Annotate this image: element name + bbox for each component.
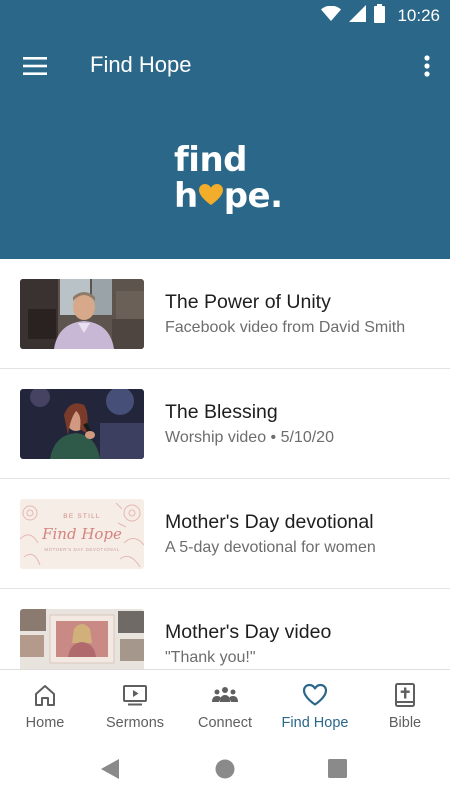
people-group-icon xyxy=(212,687,238,702)
thumb-text-devotional: MOTHER'S DAY DEVOTIONAL xyxy=(44,547,119,552)
nav-label-bible: Bible xyxy=(388,715,422,731)
hamburger-menu-icon[interactable] xyxy=(16,48,54,84)
item-title: Mother's Day video xyxy=(165,621,332,643)
item-title: The Blessing xyxy=(165,401,278,423)
nav-label-connect: Connect xyxy=(197,715,252,731)
item-subtitle: A 5-day devotional for women xyxy=(165,539,376,556)
content-list: The Power of Unity Facebook video from D… xyxy=(0,259,450,669)
logo-line-2: h pe. xyxy=(174,178,283,214)
heart-icon xyxy=(198,177,223,213)
nav-item-find-hope[interactable]: Find Hope xyxy=(270,670,360,738)
nav-item-connect[interactable]: Connect xyxy=(180,670,270,738)
list-item[interactable]: The Power of Unity Facebook video from D… xyxy=(0,259,450,369)
find-hope-logo: find h pe. xyxy=(174,142,283,214)
item-subtitle: Worship video • 5/10/20 xyxy=(165,429,334,446)
status-time: 10:26 xyxy=(397,6,440,25)
logo-letter-h: h xyxy=(174,176,198,216)
nav-label-sermons: Sermons xyxy=(105,715,165,731)
nav-item-sermons[interactable]: Sermons xyxy=(90,670,180,738)
video-monitor-icon xyxy=(123,685,147,706)
logo-letters-pe: pe. xyxy=(223,176,283,216)
item-subtitle: Facebook video from David Smith xyxy=(165,319,406,336)
home-circle-icon[interactable] xyxy=(215,759,235,779)
worship-singer-thumbnail xyxy=(20,389,144,459)
back-icon[interactable] xyxy=(101,759,119,779)
cell-signal-icon xyxy=(349,5,367,27)
thumb-text-find-hope: Find Hope xyxy=(41,525,122,543)
app-bar: Find Hope xyxy=(0,32,450,100)
list-item[interactable]: Mother's Day video "Thank you!" xyxy=(0,589,450,669)
speaker-video-thumbnail xyxy=(20,279,144,349)
logo-line-1: find xyxy=(174,140,247,180)
item-subtitle: "Thank you!" xyxy=(165,649,256,666)
nav-item-home[interactable]: Home xyxy=(0,670,90,738)
nav-label-home: Home xyxy=(25,715,65,731)
nav-label-find-hope: Find Hope xyxy=(281,715,349,731)
system-navigation-bar xyxy=(0,737,450,800)
video-collage-thumbnail xyxy=(20,609,144,669)
recents-icon[interactable] xyxy=(328,759,347,778)
wifi-icon xyxy=(321,5,342,27)
list-item[interactable]: The Blessing Worship video • 5/10/20 xyxy=(0,369,450,479)
nav-item-bible[interactable]: Bible xyxy=(360,670,450,738)
heart-outline-icon xyxy=(302,683,328,706)
status-icons: 10:26 xyxy=(321,4,440,28)
status-bar: 10:26 xyxy=(0,0,450,32)
thumb-text-be-still: BE STILL xyxy=(63,513,100,520)
bottom-navigation: Home Sermons Connect Find Hope Bible xyxy=(0,669,450,737)
home-icon xyxy=(35,685,55,706)
devotional-card-thumbnail: BE STILL Find Hope MOTHER'S DAY DEVOTION… xyxy=(20,499,144,569)
item-title: Mother's Day devotional xyxy=(165,511,374,533)
page-title: Find Hope xyxy=(90,52,192,77)
more-vert-icon[interactable] xyxy=(414,48,440,84)
list-item[interactable]: BE STILL Find Hope MOTHER'S DAY DEVOTION… xyxy=(0,479,450,589)
bible-cross-icon xyxy=(395,683,415,707)
item-title: The Power of Unity xyxy=(165,291,331,313)
battery-icon xyxy=(374,4,386,28)
